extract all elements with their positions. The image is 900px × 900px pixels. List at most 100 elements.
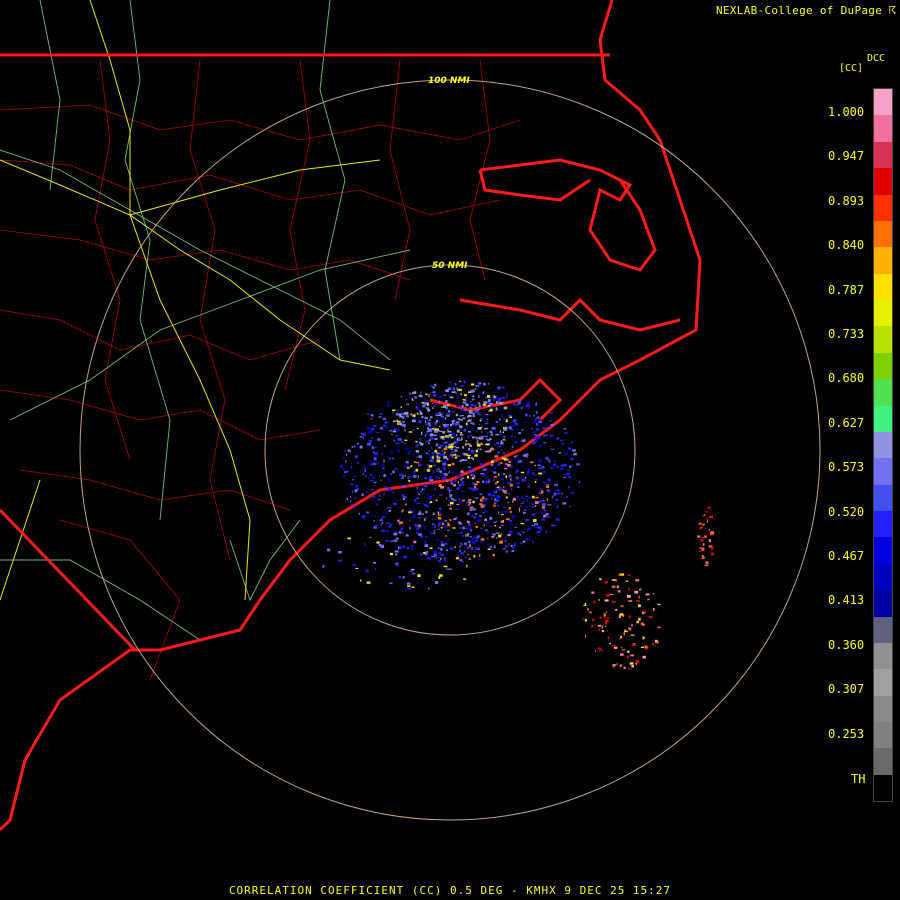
echo-pixel <box>399 521 403 524</box>
echo-pixel <box>464 442 467 446</box>
echo-pixel <box>558 489 560 492</box>
echo-pixel <box>542 503 546 506</box>
echo-pixel <box>446 480 449 482</box>
echo-pixel <box>458 439 462 441</box>
echo-pixel <box>456 487 460 490</box>
echo-pixel <box>468 469 470 472</box>
echo-pixel <box>538 466 543 470</box>
echo-pixel <box>438 400 440 403</box>
echo-pixel <box>529 414 531 418</box>
echo-pixel <box>402 545 405 549</box>
echo-pixel <box>585 635 587 638</box>
echo-pixel <box>499 526 501 529</box>
echo-pixel <box>511 434 513 438</box>
echo-pixel <box>418 438 423 440</box>
echo-pixel <box>376 503 379 506</box>
legend-tick-label: 0.360 <box>828 637 865 652</box>
legend-color-step <box>874 458 892 485</box>
echo-pixel <box>560 467 564 470</box>
echo-pixel <box>701 527 703 529</box>
echo-pixel <box>373 457 377 461</box>
echo-pixel <box>532 431 536 434</box>
echo-pixel <box>416 502 421 504</box>
color-scale-bar <box>873 88 893 802</box>
echo-pixel <box>383 459 385 463</box>
echo-pixel <box>449 507 452 510</box>
echo-pixel <box>404 428 406 431</box>
legend-tick-label: 0.733 <box>828 327 865 341</box>
echo-pixel <box>705 561 709 564</box>
echo-pixel <box>611 644 616 647</box>
echo-pixel <box>557 437 559 440</box>
echo-pixel <box>539 491 542 493</box>
echo-pixel <box>474 430 479 432</box>
echo-pixel <box>450 436 454 439</box>
echo-pixel <box>436 403 438 405</box>
echo-pixel <box>399 416 402 418</box>
echo-pixel <box>390 472 392 475</box>
echo-pixel <box>461 560 464 563</box>
echo-pixel <box>485 421 489 422</box>
echo-pixel <box>370 474 372 476</box>
echo-pixel <box>511 421 515 424</box>
echo-pixel <box>499 486 502 490</box>
echo-pixel <box>352 479 354 481</box>
echo-pixel <box>505 550 508 553</box>
echo-pixel <box>472 458 474 461</box>
echo-pixel <box>483 401 488 404</box>
echo-pixel <box>496 401 498 404</box>
echo-pixel <box>438 552 441 554</box>
echo-pixel <box>459 425 463 429</box>
legend-color-step <box>874 352 892 380</box>
echo-pixel <box>587 608 589 611</box>
echo-pixel <box>410 517 413 519</box>
echo-pixel <box>601 630 605 633</box>
echo-pixel <box>438 517 442 520</box>
echo-pixel <box>478 395 480 399</box>
echo-pixel <box>444 520 448 522</box>
echo-pixel <box>543 509 547 512</box>
echo-pixel <box>372 425 377 427</box>
echo-pixel <box>472 395 475 398</box>
echo-pixel <box>413 391 417 394</box>
echo-pixel <box>511 550 515 552</box>
echo-pixel <box>540 511 544 514</box>
echo-pixel <box>418 394 423 397</box>
echo-pixel <box>433 405 436 407</box>
echo-pixel <box>340 464 343 468</box>
echo-pixel <box>413 396 418 398</box>
echo-pixel <box>402 531 404 534</box>
echo-pixel <box>551 495 554 499</box>
echo-pixel <box>484 450 488 453</box>
echo-pixel <box>464 459 468 461</box>
echo-pixel <box>491 460 494 463</box>
echo-pixel <box>639 588 642 591</box>
echo-pixel <box>557 465 559 468</box>
echo-pixel <box>350 495 351 498</box>
echo-pixel <box>413 453 415 456</box>
echo-pixel <box>545 530 548 534</box>
echo-pixel <box>553 463 557 467</box>
echo-pixel <box>430 437 434 440</box>
echo-pixel <box>512 419 517 422</box>
echo-pixel <box>449 396 454 399</box>
echo-pixel <box>495 537 498 539</box>
echo-pixel <box>605 611 608 613</box>
echo-pixel <box>491 427 496 430</box>
echo-pixel <box>445 497 448 500</box>
echo-pixel <box>466 454 471 457</box>
echo-pixel <box>427 557 431 560</box>
echo-pixel <box>469 544 471 548</box>
echo-pixel <box>528 538 531 542</box>
echo-pixel <box>388 487 392 491</box>
echo-pixel <box>482 474 486 476</box>
echo-pixel <box>480 463 484 466</box>
echo-pixel <box>563 428 567 430</box>
echo-pixel <box>470 538 474 541</box>
echo-pixel <box>493 479 495 482</box>
legend-color-step <box>874 115 892 142</box>
echo-pixel <box>354 455 358 457</box>
echo-pixel <box>476 408 480 411</box>
echo-pixel <box>387 401 390 404</box>
echo-pixel <box>350 504 355 506</box>
